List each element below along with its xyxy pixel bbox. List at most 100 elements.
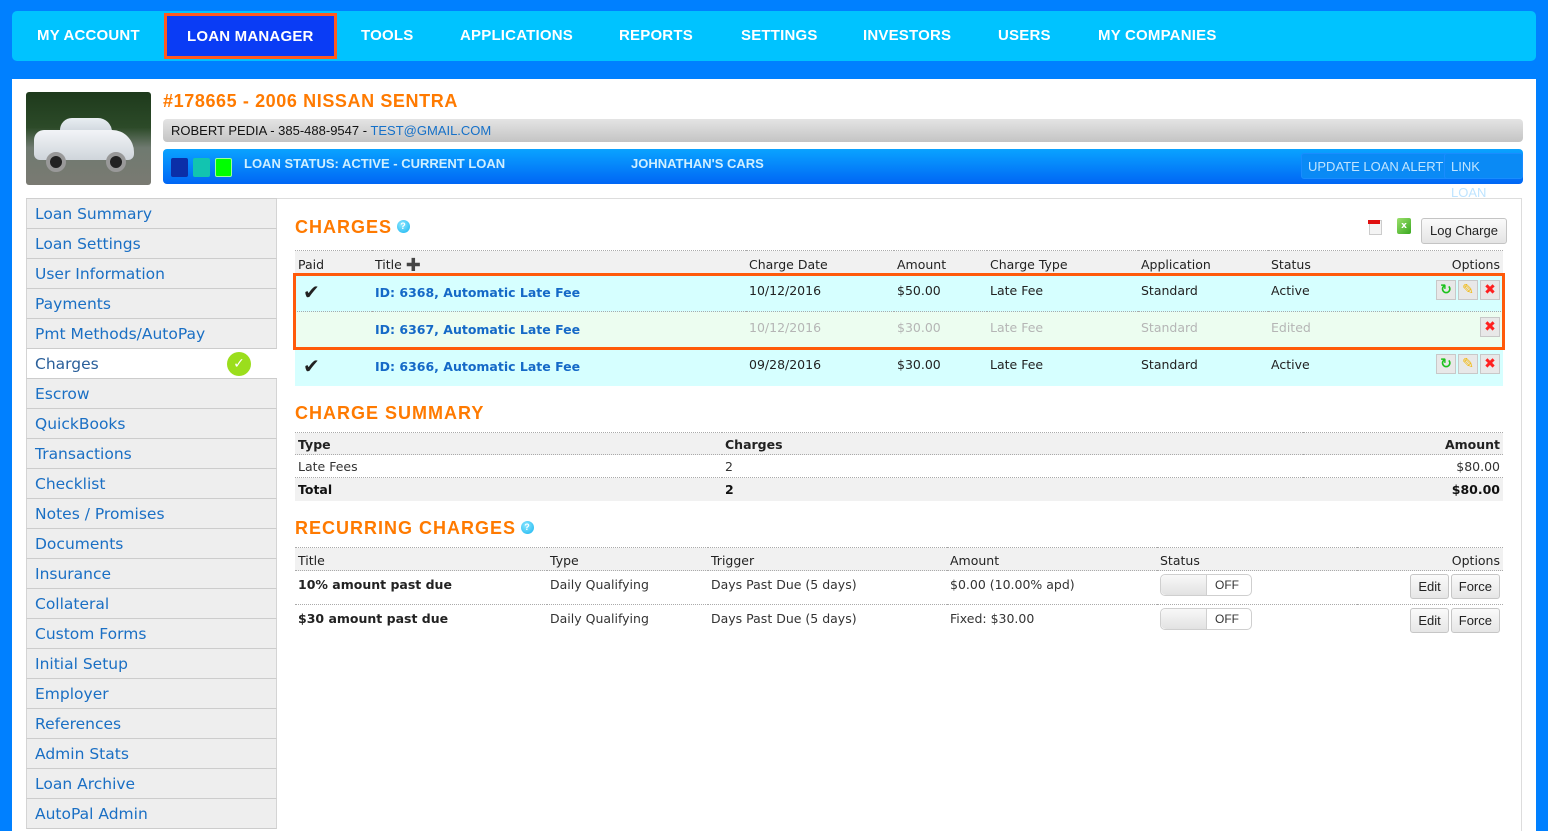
- col-amount: Amount: [897, 257, 947, 272]
- recurring-type: Daily Qualifying: [550, 577, 649, 592]
- sidebar-item-documents[interactable]: Documents: [26, 529, 277, 559]
- recurring-header-row: Title Type Trigger Amount Status Options: [295, 547, 1503, 571]
- total-amount: $80.00: [1451, 481, 1500, 497]
- sidebar-item-admin-stats[interactable]: Admin Stats: [26, 739, 277, 769]
- excel-export-icon[interactable]: x: [1397, 218, 1411, 234]
- nav-reports[interactable]: REPORTS: [619, 11, 693, 61]
- sidebar-item-loan-summary[interactable]: Loan Summary: [26, 199, 277, 229]
- sidebar-item-loan-settings[interactable]: Loan Settings: [26, 229, 277, 259]
- sidebar-item-insurance[interactable]: Insurance: [26, 559, 277, 589]
- borrower-email-link[interactable]: TEST@GMAIL.COM: [370, 123, 491, 138]
- pencil-icon[interactable]: ✎: [1458, 280, 1478, 300]
- charge-title-link[interactable]: ID: 6368, Automatic Late Fee: [372, 275, 746, 312]
- sidebar-item-label: Initial Setup: [35, 655, 128, 673]
- col-status: Status: [1160, 552, 1200, 568]
- charge-summary-table: Type Charges Amount Late Fees 2 $80.00 T…: [295, 432, 1503, 501]
- nav-users[interactable]: USERS: [998, 11, 1051, 61]
- total-charges: 2: [725, 481, 734, 497]
- help-icon[interactable]: ?: [521, 520, 535, 534]
- charge-amount: $50.00: [897, 283, 941, 298]
- sidebar-item-user-information[interactable]: User Information: [26, 259, 277, 289]
- delete-icon[interactable]: ✖: [1480, 280, 1500, 300]
- sidebar-item-employer[interactable]: Employer: [26, 679, 277, 709]
- refresh-icon[interactable]: ↻: [1436, 353, 1456, 374]
- edit-button[interactable]: Edit: [1410, 574, 1449, 599]
- recurring-options: Edit Force: [1357, 605, 1503, 639]
- sort-icon[interactable]: ✚: [406, 256, 421, 274]
- charge-row: ID: 6367, Automatic Late Fee 10/12/2016 …: [295, 311, 1503, 349]
- sidebar-item-escrow[interactable]: Escrow: [26, 379, 277, 409]
- sidebar-item-loan-archive[interactable]: Loan Archive: [26, 769, 277, 799]
- sidebar-item-label: Escrow: [35, 385, 90, 403]
- charge-application: Standard: [1141, 283, 1198, 298]
- sidebar-item-label: AutoPal Admin: [35, 805, 148, 823]
- sidebar-item-payments[interactable]: Payments: [26, 289, 277, 319]
- recurring-status: OFF: [1157, 571, 1357, 605]
- vehicle-photo[interactable]: [26, 92, 151, 185]
- sidebar-item-pmt-methods-autopay[interactable]: Pmt Methods/AutoPay: [26, 319, 277, 349]
- sidebar-item-label: Custom Forms: [35, 625, 147, 643]
- charge-title-link[interactable]: ID: 6367, Automatic Late Fee: [372, 312, 746, 349]
- update-loan-alert-button[interactable]: UPDATE LOAN ALERT: [1301, 153, 1451, 179]
- recurring-status: OFF: [1157, 605, 1357, 639]
- force-button[interactable]: Force: [1450, 574, 1500, 599]
- summary-header-row: Type Charges Amount: [295, 432, 1503, 455]
- col-status: Status: [1271, 257, 1311, 272]
- nav-investors[interactable]: INVESTORS: [863, 11, 951, 61]
- sidebar-item-label: Documents: [35, 535, 124, 553]
- charge-amount: $30.00: [897, 356, 941, 372]
- status-color-swatch: [193, 158, 210, 177]
- nav-settings[interactable]: SETTINGS: [741, 11, 818, 61]
- delete-icon[interactable]: ✖: [1480, 353, 1500, 374]
- nav-my-companies[interactable]: MY COMPANIES: [1098, 11, 1217, 61]
- status-toggle[interactable]: OFF: [1160, 608, 1252, 630]
- col-options: Options: [1451, 552, 1500, 568]
- sidebar-item-label: User Information: [35, 265, 165, 283]
- pdf-export-icon[interactable]: [1368, 220, 1382, 235]
- dealer-name: JOHNATHAN'S CARS: [631, 156, 764, 171]
- col-title-label: Title: [375, 257, 402, 272]
- force-button[interactable]: Force: [1450, 608, 1500, 633]
- col-type: Type: [298, 437, 331, 452]
- recurring-trigger: Days Past Due (5 days): [711, 577, 857, 592]
- charge-options: ↻ ✎ ✖: [1398, 349, 1503, 386]
- status-toggle[interactable]: OFF: [1160, 574, 1252, 596]
- sidebar-item-label: Employer: [35, 685, 109, 703]
- pencil-icon[interactable]: ✎: [1458, 353, 1478, 374]
- charge-title-link[interactable]: ID: 6366, Automatic Late Fee: [372, 349, 746, 386]
- sidebar-item-custom-forms[interactable]: Custom Forms: [26, 619, 277, 649]
- sidebar-item-transactions[interactable]: Transactions: [26, 439, 277, 469]
- sidebar-item-checklist[interactable]: Checklist: [26, 469, 277, 499]
- help-icon[interactable]: ?: [397, 219, 411, 233]
- col-amount: Amount: [950, 552, 1000, 568]
- col-type: Type: [550, 552, 579, 568]
- col-title[interactable]: Title ✚: [372, 251, 746, 275]
- charges-title: CHARGES: [295, 217, 393, 237]
- nav-applications[interactable]: APPLICATIONS: [460, 11, 573, 61]
- recurring-row: $30 amount past due Daily Qualifying Day…: [295, 605, 1503, 639]
- log-charge-button[interactable]: Log Charge: [1421, 218, 1507, 244]
- sidebar-item-references[interactable]: References: [26, 709, 277, 739]
- sidebar-item-charges[interactable]: Charges ✓: [26, 349, 277, 379]
- edit-button[interactable]: Edit: [1410, 608, 1449, 633]
- sidebar-item-notes-promises[interactable]: Notes / Promises: [26, 499, 277, 529]
- nav-tools[interactable]: TOOLS: [361, 11, 413, 61]
- charge-status: Active: [1271, 283, 1310, 298]
- sidebar-item-label: Collateral: [35, 595, 110, 613]
- charges-header-row: Paid Title ✚ Charge Date Amount Charge Ty…: [295, 250, 1503, 275]
- charge-row: ✔ ID: 6366, Automatic Late Fee 09/28/201…: [295, 348, 1503, 386]
- toggle-label: OFF: [1215, 578, 1239, 592]
- toggle-knob: [1161, 609, 1207, 629]
- nav-loan-manager[interactable]: LOAN MANAGER: [164, 13, 337, 59]
- nav-my-account[interactable]: MY ACCOUNT: [37, 11, 140, 61]
- sidebar-item-autopal-admin[interactable]: AutoPal Admin: [26, 799, 277, 829]
- link-loan-button[interactable]: LINK LOAN: [1444, 153, 1523, 200]
- refresh-icon[interactable]: ↻: [1436, 280, 1456, 300]
- recurring-amount: Fixed: $30.00: [950, 611, 1035, 626]
- delete-icon[interactable]: ✖: [1480, 317, 1500, 337]
- sidebar-item-label: Loan Summary: [35, 205, 152, 223]
- sidebar-item-collateral[interactable]: Collateral: [26, 589, 277, 619]
- charge-summary-heading: CHARGE SUMMARY: [295, 403, 485, 423]
- sidebar-item-quickbooks[interactable]: QuickBooks: [26, 409, 277, 439]
- sidebar-item-initial-setup[interactable]: Initial Setup: [26, 649, 277, 679]
